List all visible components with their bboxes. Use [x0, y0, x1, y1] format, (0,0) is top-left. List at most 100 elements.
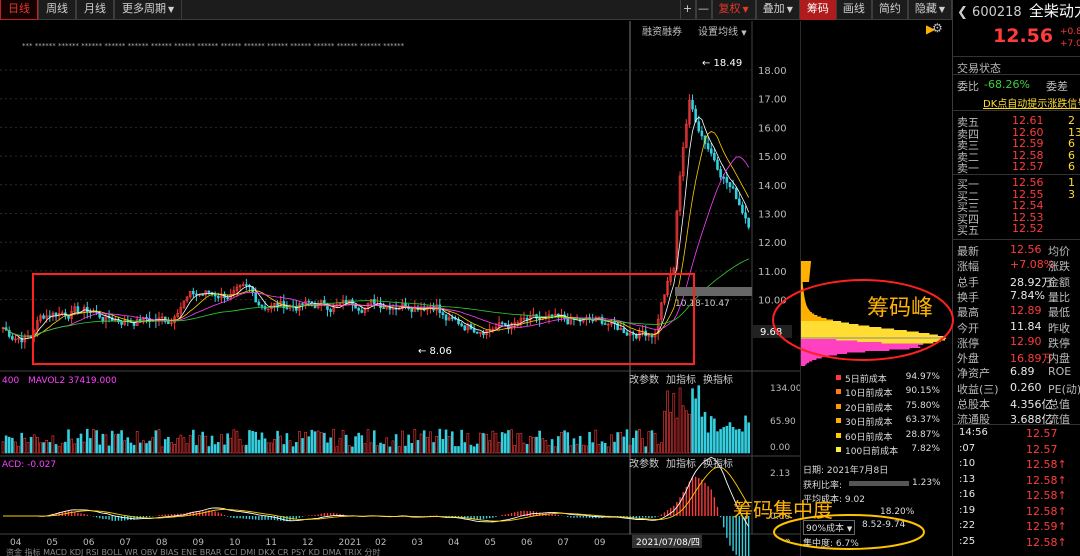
- volume-bar: [338, 438, 342, 454]
- chip-legend-row: 100日前成本 7.82%: [836, 444, 940, 457]
- volume-bar: [120, 430, 123, 454]
- range-bar: [675, 287, 752, 296]
- kline-chart[interactable]: 18.00 17.00 16.00 15.00 14.00 13.00 12.00 11.00…: [0, 21, 802, 556]
- back-icon[interactable]: ❮: [957, 5, 968, 20]
- legend-swatch: [836, 447, 841, 452]
- volume-bar: [45, 440, 48, 454]
- tick-time: :25: [959, 535, 976, 547]
- volume-bar: [728, 422, 732, 454]
- chip-bar: [801, 292, 804, 294]
- draw-line-button[interactable]: 画线: [835, 0, 872, 20]
- stat-label: 外盘: [957, 352, 979, 366]
- weicha-label: 委差: [1046, 80, 1068, 93]
- tick-time: :13: [959, 473, 976, 485]
- volume-bar: [716, 431, 719, 454]
- price-tick: 14.00: [758, 181, 787, 192]
- volume-bar: [304, 431, 307, 454]
- volume-bar: [310, 429, 314, 454]
- tick-price: 12.58↑: [1026, 489, 1067, 502]
- candle-body: [441, 312, 445, 315]
- chip-bar: [801, 289, 804, 291]
- volume-bar: [419, 433, 423, 454]
- candle-body: [725, 177, 729, 183]
- stat-value: 0.260: [1010, 380, 1042, 394]
- stat-label: 换手: [957, 290, 979, 304]
- volume-bar: [588, 431, 591, 454]
- profit-ratio-label: 获利比率:: [803, 481, 843, 491]
- volume-bar: [525, 444, 529, 454]
- orderbook-volume: 6: [1068, 160, 1075, 174]
- chip-bar: [801, 304, 807, 306]
- volume-bar: [397, 446, 401, 454]
- tab-monthly[interactable]: 月线: [76, 0, 114, 20]
- chip-bar: [801, 295, 805, 297]
- chip-bar: [801, 285, 803, 287]
- expand-icon[interactable]: »: [785, 536, 791, 546]
- volume-bar: [438, 428, 442, 454]
- volume-bar: [585, 445, 588, 454]
- macd-label: ACD: -0.027: [2, 460, 56, 470]
- x-tick: 06: [83, 538, 95, 548]
- hide-label: 隐藏: [914, 2, 937, 15]
- chip-bar: [801, 322, 849, 324]
- volume-bar: [232, 429, 236, 454]
- kline-chart-area[interactable]: 18.00 17.00 16.00 15.00 14.00 13.00 12.00 11.00…: [0, 21, 802, 556]
- zoom-in-button[interactable]: +: [679, 0, 696, 20]
- volume-bar: [725, 425, 729, 454]
- volume-bar: [376, 445, 379, 454]
- volume-bar: [170, 442, 173, 454]
- x-tick: 07: [120, 538, 131, 548]
- volume-bar: [528, 436, 532, 454]
- legend-label: 30日前成本: [845, 418, 893, 429]
- dk-alert-link[interactable]: DK点自动提示涨跌信号: [983, 95, 1080, 110]
- tick-price: 12.58↑: [1026, 504, 1067, 518]
- volume-bar: [613, 441, 616, 454]
- moving-average-layer: [2, 116, 750, 340]
- set-ma-link[interactable]: 设置均线 ▼: [698, 23, 747, 38]
- volume-bar: [301, 438, 304, 454]
- volume-bar: [610, 434, 613, 454]
- volume-bar: [276, 430, 279, 454]
- chip-bar: [801, 325, 870, 327]
- hide-button[interactable]: 隐藏 ▼: [907, 0, 952, 20]
- zoom-out-button[interactable]: —: [695, 0, 712, 20]
- margin-trading-link[interactable]: 融资融券: [642, 23, 682, 38]
- volume-bar: [351, 446, 354, 454]
- volume-bar: [185, 443, 189, 454]
- candle-body: [410, 308, 414, 312]
- overlay-button[interactable]: 叠加 ▼: [755, 0, 800, 20]
- gear-icon[interactable]: ⚙: [932, 21, 943, 35]
- simple-button[interactable]: 简约: [871, 0, 908, 20]
- tab-weekly[interactable]: 周线: [38, 0, 76, 20]
- chips-button[interactable]: 筹码: [799, 0, 836, 20]
- tab-more-periods[interactable]: 更多周期 ▼: [114, 0, 183, 20]
- volume-bar: [553, 446, 557, 454]
- tick-time: 14:56: [959, 427, 988, 438]
- volume-bar: [407, 434, 410, 454]
- candle-body: [307, 300, 311, 303]
- candle-body: [697, 121, 701, 132]
- volume-bar: [479, 432, 482, 454]
- volume-bar: [709, 416, 713, 454]
- volume-bar: [104, 434, 108, 454]
- volume-bar: [148, 440, 151, 454]
- chip-legend-row: 30日前成本 63.37%: [836, 415, 940, 428]
- tab-daily[interactable]: 日线: [0, 0, 38, 20]
- divider: [952, 174, 1080, 175]
- range-label: 10.18-10.47: [675, 299, 730, 309]
- volume-bar: [744, 415, 747, 454]
- stat-label: 昨收: [1048, 321, 1070, 335]
- chevron-down-icon: ▼: [938, 5, 945, 14]
- x-tick: 09: [193, 538, 205, 548]
- adjust-rights-label: 复权: [718, 2, 741, 15]
- change-pct: +7.08%: [1060, 39, 1080, 49]
- chip-bar: [801, 354, 838, 356]
- volume-bar: [719, 429, 722, 454]
- chip-bar: [801, 334, 938, 336]
- adjust-rights-button[interactable]: 复权 ▼: [711, 0, 756, 20]
- volume-bar: [681, 405, 685, 454]
- candle-body: [372, 299, 376, 305]
- volume-bar: [563, 430, 566, 454]
- candles-layer: [1, 94, 750, 349]
- chip-bar: [801, 349, 890, 351]
